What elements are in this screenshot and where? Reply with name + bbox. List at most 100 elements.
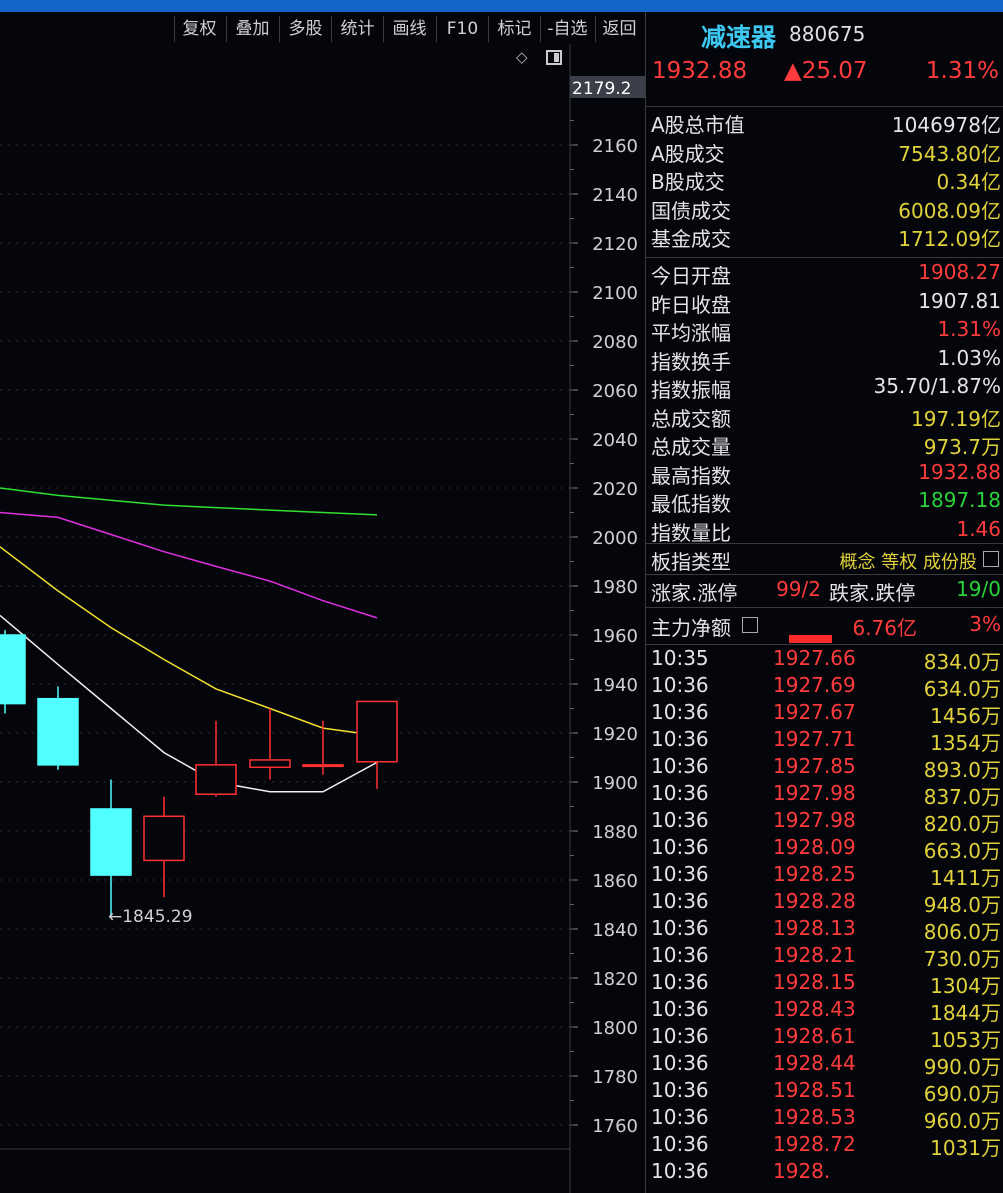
tick-row[interactable]: 10:36 1928.25 1411万 <box>651 862 1001 890</box>
stat-row-value: 1.31% <box>937 317 1001 341</box>
index-type-label: 板指类型 <box>651 550 731 574</box>
list-icon[interactable] <box>983 551 999 567</box>
market-row: B股成交 0.34亿 <box>651 166 1001 194</box>
tick-time: 10:36 <box>651 862 709 886</box>
tick-row[interactable]: 10:36 1928.51 690.0万 <box>651 1078 1001 1106</box>
tick-time: 10:36 <box>651 808 709 832</box>
stat-row-label: 指数换手 <box>651 349 731 374</box>
tick-price: 1928.21 <box>773 943 856 967</box>
kline-chart[interactable]: 2160 2140 2120 2100 2080 2060 2040 2020 2000 1980… <box>0 12 645 1193</box>
stat-row-value: 1907.81 <box>918 288 1001 313</box>
tick-price: 1928.51 <box>773 1078 856 1102</box>
chart-area[interactable]: 复权 叠加 多股 统计 画线 F10 标记 -自选 返回 ◇ 2160 2140 2120 2100 2… <box>0 12 645 1193</box>
y-tick-label: 1920 <box>592 724 638 745</box>
tick-volume: 837.0万 <box>923 785 1001 809</box>
index-type-value: 概念 等权 成份股 <box>839 552 977 573</box>
index-name: 减速器 <box>701 23 777 52</box>
stat-row-label: 指数振幅 <box>651 378 731 402</box>
tick-time: 10:36 <box>651 835 709 859</box>
tick-row[interactable]: 10:36 1927.85 893.0万 <box>651 754 1001 782</box>
market-row-value: 6008.09亿 <box>898 199 1001 223</box>
market-row-value: 1712.09亿 <box>898 227 1001 251</box>
price-marker-text: 2179.2 <box>572 79 631 99</box>
tick-time: 10:36 <box>651 700 709 724</box>
tick-volume: 1456万 <box>930 704 1001 728</box>
tick-row[interactable]: 10:36 1928.13 806.0万 <box>651 916 1001 944</box>
y-tick-label: 2140 <box>592 185 638 206</box>
stat-row: 指数换手 1.03% <box>651 346 1001 374</box>
y-tick-label: 1940 <box>592 675 638 696</box>
stat-row: 平均涨幅 1.31% <box>651 317 1001 345</box>
tick-time: 10:36 <box>651 1078 709 1102</box>
tick-price: 1927.67 <box>773 700 856 724</box>
market-row: A股总市值 1046978亿 <box>651 109 1001 137</box>
tick-volume: 663.0万 <box>923 839 1001 863</box>
tick-time: 10:36 <box>651 727 709 751</box>
y-tick-label: 2020 <box>592 479 638 500</box>
tick-time: 10:36 <box>651 916 709 940</box>
quote-panel: 减速器 880675 1932.88 ▲25.07 1.31% A股总市值 104… <box>645 12 1003 1193</box>
y-tick-label: 2160 <box>592 136 638 157</box>
stat-row: 总成交量 973.7万 <box>651 431 1001 459</box>
tick-price: 1928.28 <box>773 889 856 913</box>
stat-row-value: 1932.88 <box>918 459 1001 484</box>
tick-price: 1928.61 <box>773 1024 856 1048</box>
market-row-label: 基金成交 <box>651 227 731 251</box>
tick-row[interactable]: 10:36 1928.72 1031万 <box>651 1132 1001 1160</box>
tick-row[interactable]: 10:36 1928.44 990.0万 <box>651 1051 1001 1079</box>
tick-price: 1927.98 <box>773 808 856 832</box>
tick-row[interactable]: 10:36 1928.15 1304万 <box>651 970 1001 998</box>
index-type-row: 板指类型 概念 等权 成份股 <box>651 546 1001 574</box>
market-row: 基金成交 1712.09亿 <box>651 223 1001 251</box>
tick-time: 10:36 <box>651 1024 709 1048</box>
y-tick-label: 1840 <box>592 920 638 941</box>
tick-row[interactable]: 10:36 1928.43 1844万 <box>651 997 1001 1025</box>
tick-volume: 893.0万 <box>923 758 1001 782</box>
tick-row[interactable]: 10:36 1927.98 837.0万 <box>651 781 1001 809</box>
net-flow-bar <box>789 635 832 643</box>
stat-row: 昨日收盘 1907.81 <box>651 289 1001 317</box>
list-icon[interactable] <box>742 617 758 633</box>
net-flow-pct: 3% <box>969 612 1001 636</box>
tick-row[interactable]: 10:36 1927.69 634.0万 <box>651 673 1001 701</box>
tick-price: 1927.85 <box>773 754 856 778</box>
index-code: 880675 <box>789 22 866 46</box>
stat-row: 指数量比 1.46 <box>651 517 1001 545</box>
candle-body <box>302 764 344 768</box>
tick-price: 1927.98 <box>773 781 856 805</box>
tick-row[interactable]: 10:35 1927.66 834.0万 <box>651 646 1001 674</box>
tick-price: 1927.66 <box>773 646 856 670</box>
candle-body <box>37 697 79 766</box>
candle-body <box>0 634 26 705</box>
tick-row[interactable]: 10:36 1928.09 663.0万 <box>651 835 1001 863</box>
tick-row[interactable]: 10:36 1927.98 820.0万 <box>651 808 1001 836</box>
tick-row[interactable]: 10:36 1928.53 960.0万 <box>651 1105 1001 1133</box>
y-tick-label: 2040 <box>592 430 638 451</box>
rise-label: 涨家.涨停 <box>651 581 738 605</box>
stat-row-label: 今日开盘 <box>651 264 731 288</box>
tick-row[interactable]: 10:36 1928. <box>651 1159 1001 1186</box>
tick-row[interactable]: 10:36 1928.21 730.0万 <box>651 943 1001 971</box>
candle-body <box>249 759 291 769</box>
market-row: 国债成交 6008.09亿 <box>651 195 1001 223</box>
tick-volume: 960.0万 <box>923 1109 1001 1133</box>
y-tick-label: 2080 <box>592 332 638 353</box>
current-price: 1932.88 <box>652 58 748 84</box>
tick-volume: 1053万 <box>930 1028 1001 1052</box>
stat-row-label: 总成交额 <box>651 406 731 431</box>
stat-row-value: 1908.27 <box>918 260 1001 284</box>
tick-row[interactable]: 10:36 1927.67 1456万 <box>651 700 1001 728</box>
y-tick-label: 1860 <box>592 871 638 892</box>
tick-price: 1928.72 <box>773 1132 856 1156</box>
tick-row[interactable]: 10:36 1928.61 1053万 <box>651 1024 1001 1052</box>
tick-volume: 690.0万 <box>923 1082 1001 1106</box>
market-row-label: B股成交 <box>651 170 725 194</box>
candle-body <box>143 815 185 862</box>
y-tick-label: 2060 <box>592 381 638 402</box>
tick-volume: 1304万 <box>930 974 1001 998</box>
tick-row[interactable]: 10:36 1928.28 948.0万 <box>651 889 1001 917</box>
price-change: ▲25.07 <box>784 58 868 84</box>
stat-row-value: 1.46 <box>956 516 1001 541</box>
tick-row[interactable]: 10:36 1927.71 1354万 <box>651 727 1001 755</box>
tick-time: 10:36 <box>651 997 709 1021</box>
